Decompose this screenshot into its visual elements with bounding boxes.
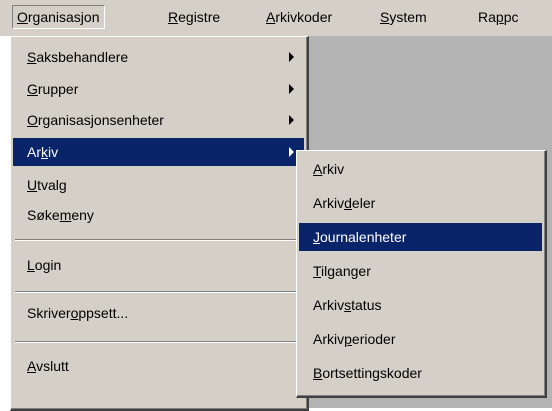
menu-separator	[15, 341, 301, 343]
submenu-item-arkiv[interactable]: Arkiv	[299, 155, 542, 183]
submenu-item-journalenheter[interactable]: Journalenheter	[299, 223, 542, 251]
menu-registre[interactable]: Registre	[164, 6, 224, 28]
chevron-right-icon	[289, 84, 294, 94]
menu-system[interactable]: System	[376, 6, 431, 28]
submenu-item-arkivperioder[interactable]: Arkivperioder	[299, 325, 542, 353]
arkiv-submenu: Arkiv Arkivdeler Journalenheter Tilgange…	[296, 150, 547, 398]
menu-arkivkoder[interactable]: Arkivkoder	[262, 6, 336, 28]
menu-item-login[interactable]: Login	[13, 251, 304, 279]
menu-item-organisasjonsenheter[interactable]: Organisasjonsenheter	[13, 106, 304, 134]
organisasjon-dropdown: Saksbehandlere Grupper Organisasjonsenhe…	[10, 36, 309, 411]
submenu-item-arkivdeler[interactable]: Arkivdeler	[299, 189, 542, 217]
menu-item-utvalg[interactable]: Utvalg	[13, 171, 304, 199]
submenu-item-arkivstatus[interactable]: Arkivstatus	[299, 291, 542, 319]
menu-item-sokemeny[interactable]: Søkemeny	[13, 201, 304, 229]
menu-separator	[15, 239, 301, 241]
chevron-right-icon	[289, 147, 294, 157]
menu-separator	[15, 291, 301, 293]
menu-item-avslutt[interactable]: Avslutt	[13, 352, 304, 380]
menu-organisasjon[interactable]: Organisasjon	[12, 5, 105, 29]
menu-item-saksbehandlere[interactable]: Saksbehandlere	[13, 43, 304, 71]
menu-item-grupper[interactable]: Grupper	[13, 75, 304, 103]
menu-item-skriveroppsett[interactable]: Skriveroppsett...	[13, 299, 304, 327]
chevron-right-icon	[289, 52, 294, 62]
menu-item-arkiv[interactable]: Arkiv	[13, 138, 304, 166]
menu-rapporter[interactable]: Rappc	[474, 6, 523, 28]
submenu-item-bortsettingskoder[interactable]: Bortsettingskoder	[299, 359, 542, 387]
chevron-right-icon	[289, 115, 294, 125]
menu-bar: Organisasjon Registre Arkivkoder System …	[0, 0, 552, 36]
submenu-item-tilganger[interactable]: Tilganger	[299, 257, 542, 285]
